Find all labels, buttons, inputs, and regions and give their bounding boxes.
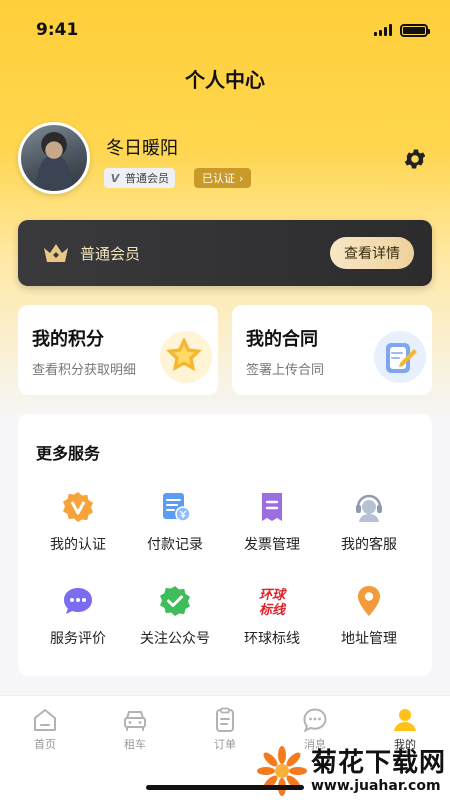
- points-title: 我的积分: [32, 329, 104, 350]
- vip-v-icon: V: [110, 171, 120, 185]
- view-details-button[interactable]: 查看详情: [330, 237, 414, 269]
- contract-sign-icon: [374, 331, 426, 383]
- tab-rent-car[interactable]: 租车: [90, 706, 180, 752]
- services-title: 更多服务: [36, 444, 101, 463]
- status-bar: 9:41: [0, 0, 450, 60]
- customer-service-icon: [356, 494, 382, 522]
- svg-text:环球: 环球: [259, 587, 287, 603]
- service-label: 环球标线: [244, 631, 300, 647]
- service-payment-records[interactable]: 付款记录: [125, 490, 225, 554]
- home-icon: [34, 709, 56, 731]
- payment-record-icon: [163, 493, 191, 522]
- service-rating[interactable]: 服务评价: [28, 584, 128, 648]
- tab-label: 首页: [34, 738, 56, 751]
- watermark-name: 菊花下载网: [310, 747, 446, 778]
- vip-membership-card[interactable]: 普通会员 查看详情: [18, 220, 432, 286]
- service-address-management[interactable]: 地址管理: [319, 584, 419, 648]
- car-icon: [124, 711, 146, 731]
- watermark-url: www.juahar.com: [310, 777, 441, 794]
- chat-rating-icon: [64, 588, 92, 614]
- signal-icon: [374, 24, 392, 36]
- points-subtitle: 查看积分获取明细: [32, 363, 137, 378]
- invoice-icon: [262, 493, 282, 521]
- order-icon: [216, 707, 234, 732]
- avatar[interactable]: [18, 122, 90, 194]
- service-customer-support[interactable]: 我的客服: [319, 490, 419, 554]
- status-icons: [374, 23, 430, 37]
- follow-check-icon: [160, 586, 190, 616]
- tab-home[interactable]: 首页: [0, 706, 90, 752]
- service-follow-account[interactable]: 关注公众号: [125, 584, 225, 648]
- contract-title: 我的合同: [246, 329, 318, 350]
- more-services-panel: 更多服务 我的认证 付款记录 发票管理 我的客服 服务评价 关注公众号 环球 标…: [18, 414, 432, 676]
- service-label: 发票管理: [244, 537, 300, 553]
- tab-label: 租车: [124, 738, 146, 751]
- service-label: 地址管理: [341, 631, 397, 647]
- status-time: 9:41: [36, 20, 79, 40]
- service-label: 付款记录: [147, 537, 203, 553]
- service-label: 关注公众号: [140, 631, 210, 647]
- battery-icon: [400, 23, 430, 37]
- huanqiu-logo-icon: 环球 标线: [259, 587, 287, 618]
- vip-label: 普通会员: [80, 244, 141, 263]
- contract-card[interactable]: 我的合同 签署上传合同: [232, 305, 432, 395]
- service-label: 服务评价: [50, 631, 106, 647]
- service-label: 我的客服: [341, 537, 397, 553]
- contract-subtitle: 签署上传合同: [246, 363, 325, 378]
- star-medal-icon: [160, 331, 212, 383]
- crown-icon: [44, 244, 68, 262]
- gear-icon[interactable]: [402, 146, 428, 172]
- verify-badge-icon: [63, 492, 93, 522]
- member-level-label: 普通会员: [125, 172, 169, 185]
- location-pin-icon: [358, 586, 380, 616]
- verified-badge[interactable]: 已认证 ›: [194, 168, 252, 188]
- service-huanqiu[interactable]: 环球 标线 环球标线: [222, 584, 322, 648]
- home-indicator: [146, 785, 304, 790]
- profile-section: 冬日暖阳 V 普通会员 已认证 ›: [18, 122, 432, 198]
- points-card[interactable]: 我的积分 查看积分获取明细: [18, 305, 218, 395]
- service-invoice-management[interactable]: 发票管理: [222, 490, 322, 554]
- user-icon: [394, 709, 416, 731]
- page-title: 个人中心: [185, 68, 265, 92]
- service-label: 我的认证: [50, 537, 106, 553]
- verified-label: 已认证: [202, 172, 235, 185]
- message-icon: [303, 708, 327, 733]
- service-my-verification[interactable]: 我的认证: [28, 490, 128, 554]
- chevron-right-icon: ›: [239, 171, 244, 185]
- user-name: 冬日暖阳: [106, 138, 178, 159]
- member-level-badge: V 普通会员: [104, 168, 175, 188]
- svg-text:标线: 标线: [259, 602, 287, 618]
